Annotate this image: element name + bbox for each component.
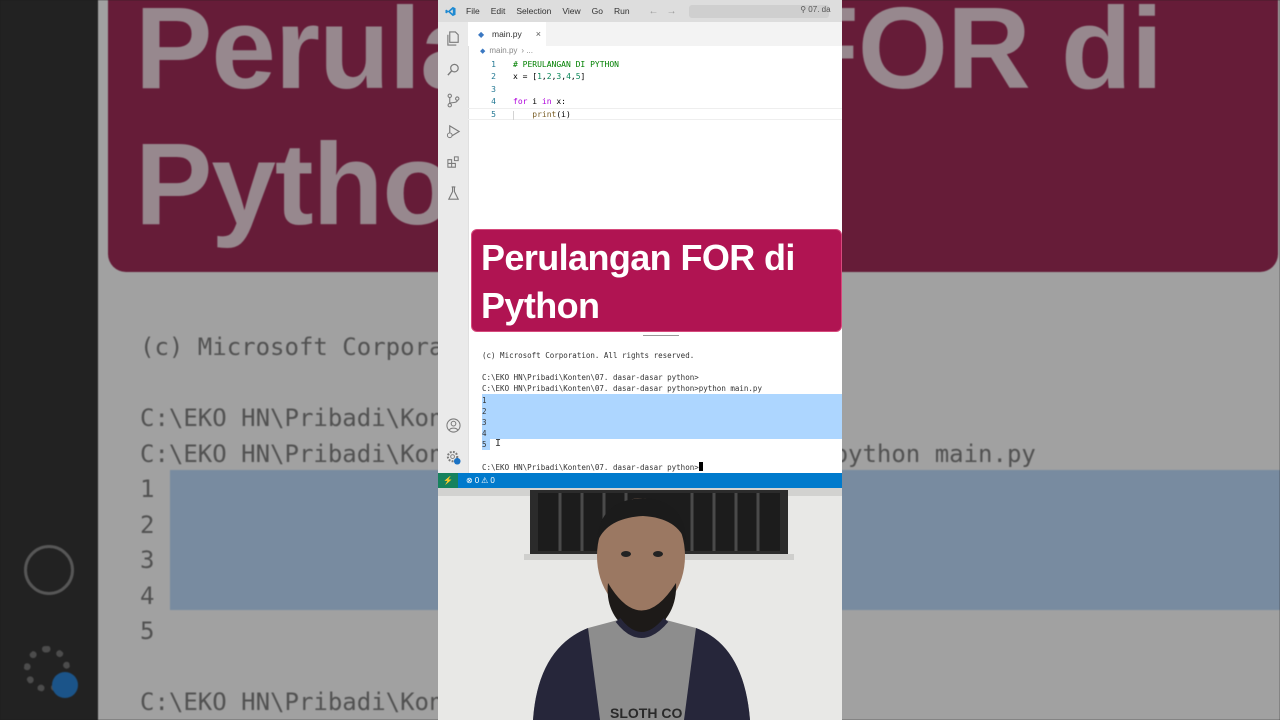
code-line[interactable]: 2 x = [1,2,3,4,5] [468, 71, 842, 83]
webcam-feed: SLOTH CO [438, 488, 842, 720]
terminal-prompt-2: C:\EKO HN\Pribadi\Konten\07. dasar-dasar… [482, 384, 762, 393]
terminal-copyright: (c) Microsoft Corporation. All rights re… [482, 351, 695, 360]
panel-divider [643, 335, 679, 336]
shirt-print-text: SLOTH CO [610, 705, 682, 720]
error-icon: ⊗ [466, 476, 473, 485]
code-token: in [541, 96, 552, 106]
breadcrumb-separator: › ... [521, 46, 533, 55]
remote-indicator-icon[interactable]: ⚡ [438, 473, 458, 488]
line-number: 5 [491, 110, 496, 120]
tab-main-py[interactable]: ◆ main.py × [468, 22, 546, 46]
code-token: for [513, 96, 528, 106]
code-line[interactable]: 4 for i in x: [468, 96, 842, 108]
account-icon[interactable] [446, 418, 461, 433]
warning-count: 0 [490, 476, 495, 485]
terminal-selection [490, 394, 842, 439]
terminal-output-line: 2 [482, 407, 487, 416]
run-debug-icon[interactable] [446, 124, 461, 139]
terminal-output-line: 5 [482, 440, 487, 449]
editor-tabs: ◆ main.py × [468, 22, 842, 46]
problems-status[interactable]: ⊗ 0 ⚠ 0 [466, 476, 495, 485]
source-control-icon[interactable] [446, 93, 461, 108]
activity-bar [438, 22, 469, 473]
title-overlay: Perulangan FOR di Python [471, 229, 842, 332]
code-text: print(i) [513, 109, 571, 121]
command-center-search[interactable]: ⚲ 07. da [688, 4, 831, 18]
menu-run[interactable]: Run [614, 6, 630, 16]
extensions-icon[interactable] [446, 155, 461, 170]
line-number: 1 [491, 60, 496, 69]
terminal-output-line: 4 [482, 429, 487, 438]
search-icon[interactable] [446, 62, 461, 77]
testing-icon[interactable] [446, 186, 461, 201]
line-number: 2 [491, 72, 496, 82]
status-bar: ⚡ ⊗ 0 ⚠ 0 [438, 473, 842, 488]
terminal-cursor [698, 462, 703, 471]
terminal-panel[interactable]: (c) Microsoft Corporation. All rights re… [468, 338, 842, 473]
code-token: print [532, 110, 557, 120]
breadcrumb-file[interactable]: main.py [489, 46, 517, 55]
forward-arrow-icon[interactable]: → [667, 6, 677, 17]
menu-file[interactable]: File [466, 6, 480, 16]
code-token: i [527, 96, 542, 106]
code-text: x = [1,2,3,4,5] [513, 71, 585, 83]
code-token: ] [580, 72, 586, 82]
overlay-title-line2: Python [481, 285, 600, 326]
warning-icon: ⚠ [481, 476, 489, 485]
explorer-icon[interactable] [446, 31, 461, 46]
tab-label: main.py [492, 29, 522, 39]
code-line[interactable]: 1 # PERULANGAN DI PYTHON [468, 59, 842, 71]
code-line[interactable]: 5 print(i) [468, 108, 842, 121]
terminal-output-line: 1 [482, 396, 487, 405]
error-count: 0 [474, 476, 480, 485]
terminal-prompt-3: C:\EKO HN\Pribadi\Konten\07. dasar-dasar… [482, 462, 703, 473]
text-cursor-ibeam-icon: I [495, 438, 502, 449]
code-token: x: [551, 96, 566, 106]
close-icon[interactable]: × [536, 29, 541, 39]
code-token: x = [ [513, 72, 538, 82]
terminal-output-line: 3 [482, 418, 487, 427]
menu-selection[interactable]: Selection [516, 6, 551, 16]
code-token: # PERULANGAN DI PYTHON [513, 60, 619, 69]
python-file-icon: ◆ [478, 29, 485, 39]
line-number: 3 [491, 84, 496, 94]
terminal-prompt-1: C:\EKO HN\Pribadi\Konten\07. dasar-dasar… [482, 373, 699, 382]
overlay-title: Perulangan FOR di Python [481, 234, 836, 330]
code-editor[interactable]: 1 # PERULANGAN DI PYTHON 2 x = [1,2,3,4,5] 3… [468, 59, 842, 121]
command-center-text: ⚲ 07. da [800, 5, 830, 14]
code-line[interactable]: 3 [468, 84, 842, 96]
terminal-prompt-3-text: C:\EKO HN\Pribadi\Konten\07. dasar-dasar… [482, 463, 699, 472]
presenter-video-image: SLOTH CO [438, 488, 842, 720]
code-token: (i) [556, 110, 571, 120]
menu-go[interactable]: Go [592, 6, 603, 16]
breadcrumb: ◆ main.py › ... [480, 46, 533, 55]
manage-gear-icon[interactable] [446, 450, 461, 465]
code-text: # PERULANGAN DI PYTHON [513, 59, 619, 71]
search-icon: ⚲ [800, 4, 807, 14]
title-bar: File Edit Selection View Go Run ← → ⚲ 07… [438, 0, 842, 22]
menu-view[interactable]: View [562, 6, 580, 16]
code-text: for i in x: [513, 96, 566, 108]
menu-edit[interactable]: Edit [491, 6, 506, 16]
python-file-icon: ◆ [480, 47, 486, 55]
video-panel: File Edit Selection View Go Run ← → ⚲ 07… [438, 0, 842, 720]
vscode-logo-icon [444, 5, 456, 17]
line-number: 4 [491, 96, 496, 106]
back-arrow-icon[interactable]: ← [649, 6, 659, 17]
workspace-name: 07. da [808, 4, 831, 14]
overlay-title-line1: Perulangan FOR di [481, 237, 795, 278]
